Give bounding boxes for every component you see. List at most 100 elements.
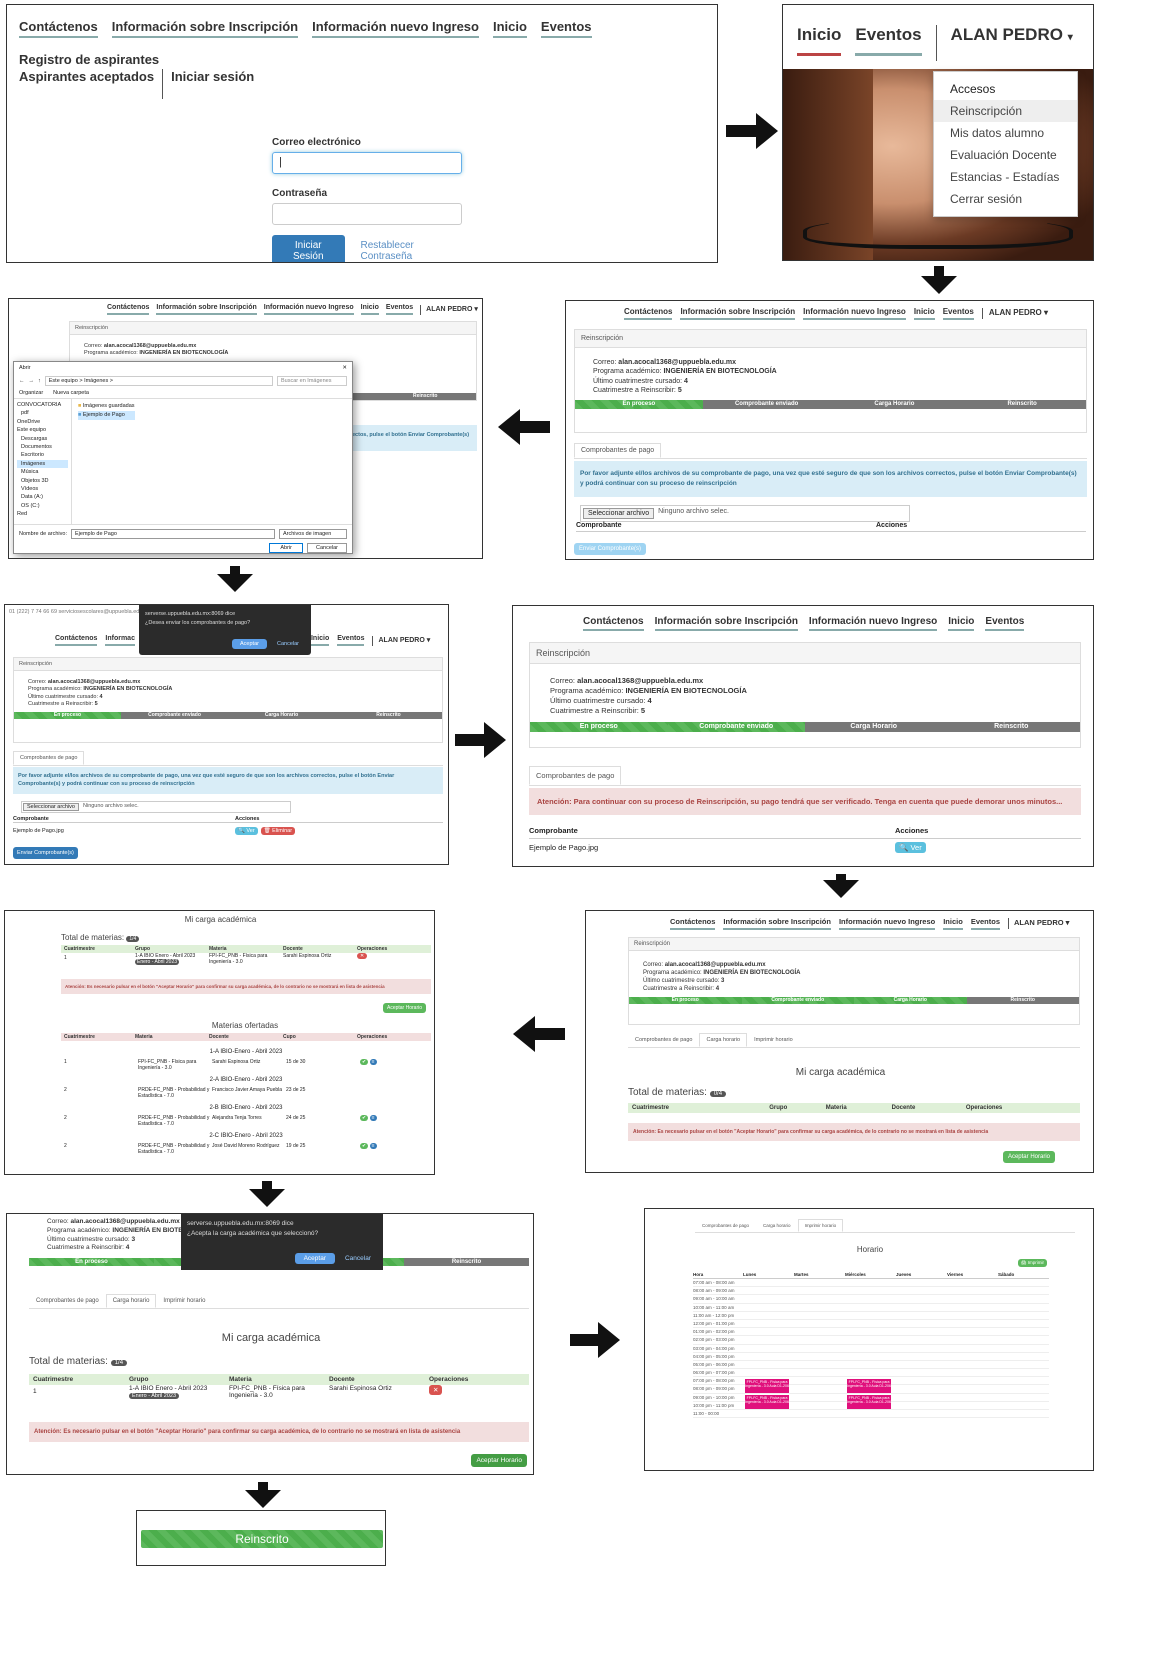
nav-inicio[interactable]: Inicio [360,304,379,315]
nav-info-nuevo-ingreso[interactable]: Información nuevo Ingreso [838,917,936,930]
nav-inicio[interactable]: Inicio [492,19,527,38]
tab-comprobantes[interactable]: Comprobantes de pago [695,1219,756,1232]
user-menu-toggle[interactable]: ALAN PEDRO ▾ [951,25,1073,47]
organize-button[interactable]: Organizar [19,390,43,396]
search-box[interactable]: Buscar en Imágenes [277,376,347,386]
tab-comprobantes[interactable]: Comprobantes de pago [529,766,622,785]
nav-eventos[interactable]: Eventos [985,616,1025,631]
nav-inicio[interactable]: Inicio [948,616,975,631]
nav-registro-aspirantes[interactable]: Registro de aspirantes [19,52,159,69]
tab-imprimir-horario[interactable]: Imprimir horario [797,1219,844,1232]
user-menu-toggle[interactable]: ALAN PEDRO ▾ [372,635,430,646]
nav-info-inscripcion[interactable]: Información sobre Inscripción [156,304,257,315]
nav-info-inscripcion[interactable]: Información sobre Inscripción [680,307,796,320]
tree-item[interactable]: Objetos 3D [17,477,68,485]
tab-carga-horario[interactable]: Carga horario [105,1294,157,1308]
nav-info-inscripcion[interactable]: Información sobre Inscripción [111,19,299,38]
tree-item[interactable]: OS (C:) [17,502,68,510]
view-button[interactable]: 🔍 Ver [895,842,926,853]
tree-item[interactable]: Imágenes [17,459,68,469]
user-menu-toggle[interactable]: ALAN PEDRO ▾ [1008,918,1069,929]
password-field[interactable] [272,203,462,225]
menu-item-mis-datos[interactable]: Mis datos alumno [934,122,1077,144]
tree-item[interactable]: Documentos [17,443,68,451]
nav-info-inscripcion[interactable]: Información sobre Inscripción [654,616,798,631]
tree-item[interactable]: Descargas [17,435,68,443]
tab-comprobantes[interactable]: Comprobantes de pago [574,443,662,458]
cancel-button[interactable]: Cancelar [271,639,305,649]
tree-item[interactable]: CONVOCATORIA [17,401,68,409]
tab-imprimir-horario[interactable]: Imprimir horario [156,1294,212,1308]
nav-iniciar-sesion[interactable]: Iniciar sesión [171,69,254,86]
delete-button[interactable]: 🗑 Eliminar [260,827,296,835]
tree-item[interactable]: Escritorio [17,451,68,459]
tree-item[interactable]: OneDrive [17,418,68,426]
up-icon[interactable]: ↑ [38,378,41,384]
forward-icon[interactable]: → [29,378,35,384]
class-block[interactable]: FPI-FC_PNB - Física para Ingeniería - 3.… [745,1379,789,1393]
user-menu-toggle[interactable]: ALAN PEDRO ▾ [420,304,478,315]
file-item[interactable]: ■ Imágenes guardadas [78,402,135,411]
add-subject-button[interactable]: ✔ [360,1143,369,1149]
tree-item[interactable]: Este equipo [17,426,68,434]
nav-info-nuevo-ingreso[interactable]: Información nuevo Ingreso [263,304,354,315]
select-file-button[interactable]: Seleccionar archivo [23,803,79,811]
tree-item[interactable]: Vídeos [17,485,68,493]
email-field[interactable]: | [272,152,462,174]
close-icon[interactable]: ✕ [342,365,347,371]
cancel-button[interactable]: Cancelar [306,543,347,553]
menu-item-reinscripcion[interactable]: Reinscripción [934,100,1077,122]
nav-eventos[interactable]: Eventos [540,19,592,38]
menu-item-cerrar-sesion[interactable]: Cerrar sesión [934,188,1077,210]
nav-inicio[interactable]: Inicio [310,635,330,646]
accept-schedule-button[interactable]: Aceptar Horario [382,1003,426,1013]
nav-info-inscripcion[interactable]: Información sobre Inscripción [723,917,831,930]
tab-imprimir-horario[interactable]: Imprimir horario [747,1033,800,1047]
accept-button[interactable]: Aceptar [294,1253,335,1264]
menu-item-estancias[interactable]: Estancias - Estadías [934,166,1077,188]
nav-contactenos[interactable]: Contáctenos [107,304,150,315]
select-file-button[interactable]: Seleccionar archivo [583,508,655,519]
nav-contactenos[interactable]: Contáctenos [624,307,673,320]
nav-info-nuevo-ingreso[interactable]: Información nuevo Ingreso [808,616,938,631]
nav-eventos[interactable]: Eventos [337,635,365,646]
send-receipt-button[interactable]: Enviar Comprobante(s) [13,847,78,859]
info-button[interactable]: ≡ [369,1115,377,1121]
user-menu-toggle[interactable]: ALAN PEDRO ▾ [981,308,1048,319]
accept-schedule-button[interactable]: Aceptar Horario [471,1454,527,1467]
tree-item[interactable]: pdf [17,409,68,417]
view-button[interactable]: 🔍 Ver [235,827,258,835]
info-button[interactable]: ≡ [369,1143,377,1149]
remove-subject-button[interactable]: ✕ [357,953,368,959]
nav-eventos[interactable]: Eventos [385,304,414,315]
cancel-button[interactable]: Cancelar [339,1253,377,1264]
path-bar[interactable]: Este equipo > Imágenes > [44,376,273,386]
nav-eventos[interactable]: Eventos [970,917,1000,930]
tree-item[interactable]: Música [17,468,68,476]
accept-schedule-button[interactable]: Aceptar Horario [1002,1151,1055,1163]
nav-inicio[interactable]: Inicio [913,307,935,320]
tab-carga-horario[interactable]: Carga horario [756,1219,798,1232]
add-subject-button[interactable]: ✔ [360,1059,369,1065]
class-block[interactable]: FPI-FC_PNB - Física para Ingeniería - 3.… [847,1395,891,1409]
filename-input[interactable]: Ejemplo de Pago [71,529,275,539]
info-button[interactable]: ≡ [369,1059,377,1065]
nav-inicio[interactable]: Inicio [797,25,842,56]
accept-button[interactable]: Aceptar [232,639,267,649]
nav-contactenos[interactable]: Contáctenos [670,917,716,930]
tab-comprobantes[interactable]: Comprobantes de pago [13,751,85,765]
add-subject-button[interactable]: ✔ [360,1115,369,1121]
tab-comprobantes[interactable]: Comprobantes de pago [628,1033,699,1047]
class-block[interactable]: FPI-FC_PNB - Física para Ingeniería - 3.… [745,1395,789,1409]
send-receipt-button[interactable]: Enviar Comprobante(s) [574,543,647,555]
tab-comprobantes[interactable]: Comprobantes de pago [29,1294,106,1308]
tab-carga-horario[interactable]: Carga horario [699,1033,748,1047]
nav-info-inscripcion[interactable]: Informac [105,635,135,646]
nav-info-nuevo-ingreso[interactable]: Información nuevo Ingreso [803,307,906,320]
nav-info-nuevo-ingreso[interactable]: Información nuevo Ingreso [312,19,479,38]
class-block[interactable]: FPI-FC_PNB - Física para Ingeniería - 3.… [847,1379,891,1393]
print-button[interactable]: 🖨 Imprimir [1017,1259,1047,1267]
reset-password-link[interactable]: Restablecer Contraseña [361,240,463,262]
nav-eventos[interactable]: Eventos [855,25,922,56]
nav-contactenos[interactable]: Contáctenos [55,635,98,646]
